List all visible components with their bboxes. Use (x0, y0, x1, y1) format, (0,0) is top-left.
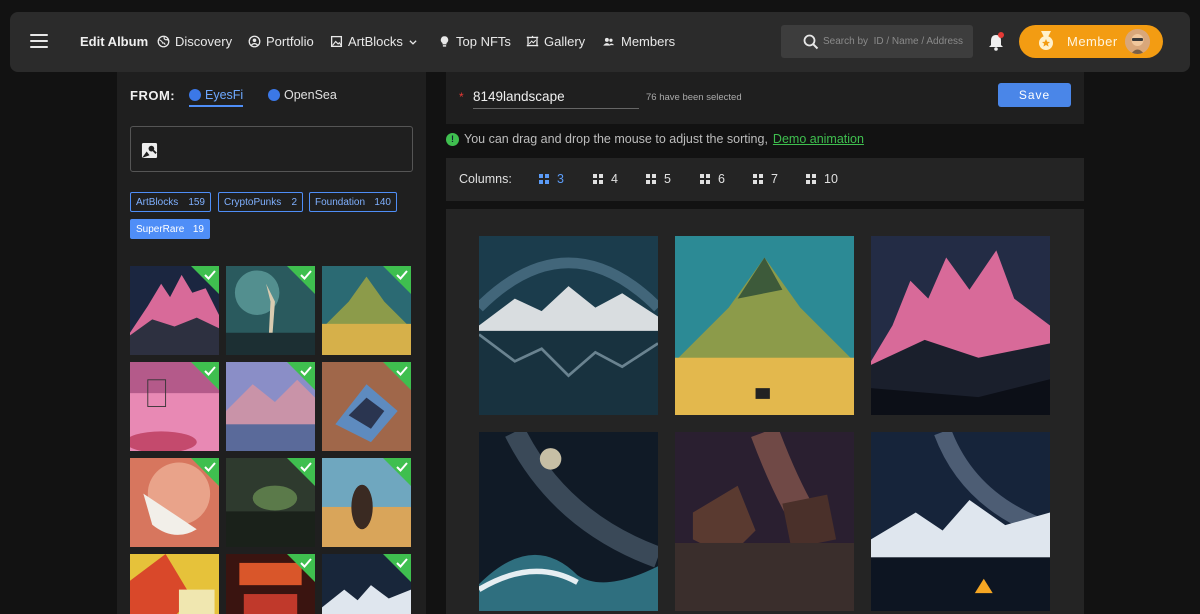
search-input[interactable] (823, 33, 963, 50)
avatar-face-icon (1125, 29, 1150, 54)
nav-members[interactable]: Members (601, 34, 675, 49)
thumbnail[interactable] (130, 554, 219, 614)
users-icon (603, 37, 615, 46)
chip-artblocks[interactable]: ArtBlocks 159 (130, 192, 211, 212)
image-icon (330, 35, 343, 48)
nav-top-nfts[interactable]: Top NFTs (438, 34, 511, 49)
frame-icon (526, 35, 539, 47)
gallery-item[interactable] (479, 236, 658, 415)
source-panel: FROM: EyesFi OpenSea ArtBlocks 159 Crypto… (117, 72, 426, 614)
thumbnail[interactable] (322, 266, 411, 355)
eyesfi-icon (189, 89, 201, 101)
nav-discovery[interactable]: Discovery (157, 34, 232, 49)
demo-animation-link[interactable]: Demo animation (773, 132, 864, 146)
check-icon (300, 366, 312, 376)
gallery-item[interactable] (479, 432, 658, 611)
grid-icon (753, 174, 763, 184)
columns-option-5[interactable]: 5 (646, 172, 671, 186)
image-search-icon (141, 142, 158, 159)
globe-icon (157, 35, 170, 48)
tab-opensea[interactable]: OpenSea (268, 88, 337, 102)
album-name-input[interactable] (473, 85, 639, 109)
thumbnail[interactable] (130, 266, 219, 355)
notification-button[interactable] (986, 32, 1006, 52)
sorting-hint: ! You can drag and drop the mouse to adj… (446, 132, 864, 146)
columns-option-6[interactable]: 6 (700, 172, 725, 186)
columns-bar: Columns: 3 4 5 6 7 10 (446, 158, 1084, 201)
columns-option-10[interactable]: 10 (806, 172, 838, 186)
gallery-item[interactable] (675, 432, 854, 611)
thumbnail[interactable] (226, 554, 315, 614)
check-icon (204, 366, 216, 376)
bulb-icon (440, 36, 449, 47)
from-label: FROM: (130, 88, 176, 103)
gallery-item[interactable] (871, 236, 1050, 415)
columns-option-3[interactable]: 3 (539, 172, 564, 186)
search-icon (803, 34, 819, 50)
nav-gallery[interactable]: Gallery (526, 34, 585, 49)
gallery-item[interactable] (675, 236, 854, 415)
selected-count: 76 have been selected (646, 92, 742, 103)
thumbnail[interactable] (322, 362, 411, 451)
save-button[interactable]: Save (998, 83, 1071, 107)
chip-superrare[interactable]: SuperRare 19 (130, 219, 210, 239)
grid-icon (593, 174, 603, 184)
grid-icon (646, 174, 656, 184)
page-title: Edit Album (80, 34, 149, 49)
menu-icon[interactable] (30, 34, 48, 48)
gallery-item[interactable] (871, 432, 1050, 611)
thumbnail[interactable] (130, 458, 219, 547)
check-icon (396, 558, 408, 568)
album-gallery (446, 209, 1084, 614)
search-box (781, 25, 973, 58)
check-icon (300, 270, 312, 280)
check-icon (300, 462, 312, 472)
notification-dot (998, 32, 1004, 38)
thumbnail[interactable] (322, 554, 411, 614)
thumbnail[interactable] (226, 266, 315, 355)
grid-icon (700, 174, 710, 184)
check-icon (204, 270, 216, 280)
member-button[interactable]: Member (1019, 25, 1163, 58)
chip-cryptopunks[interactable]: CryptoPunks 2 (218, 192, 303, 212)
avatar[interactable] (1125, 29, 1150, 54)
album-name-bar: * 76 have been selected Save (446, 72, 1084, 124)
chevron-down-icon (409, 39, 417, 45)
thumbnail[interactable] (322, 458, 411, 547)
thumbnail[interactable] (226, 362, 315, 451)
grid-icon (539, 174, 549, 184)
check-icon (396, 462, 408, 472)
opensea-icon (268, 89, 280, 101)
check-icon (396, 270, 408, 280)
image-search-box[interactable] (130, 126, 413, 172)
required-marker: * (459, 90, 464, 104)
check-icon (396, 366, 408, 376)
thumbnail[interactable] (130, 362, 219, 451)
chip-foundation[interactable]: Foundation 140 (309, 192, 397, 212)
thumbnail[interactable] (226, 458, 315, 547)
check-icon (300, 558, 312, 568)
medal-icon (1039, 31, 1053, 50)
top-navigation-bar: Edit Album Discovery Portfolio ArtBlocks… (10, 12, 1190, 72)
nav-artblocks[interactable]: ArtBlocks (330, 34, 418, 49)
columns-option-4[interactable]: 4 (593, 172, 618, 186)
user-circle-icon (248, 35, 261, 48)
columns-label: Columns: (459, 172, 512, 186)
check-icon (204, 462, 216, 472)
tab-eyesfi[interactable]: EyesFi (189, 88, 244, 107)
member-label: Member (1067, 34, 1118, 49)
nav-portfolio[interactable]: Portfolio (248, 34, 314, 49)
columns-option-7[interactable]: 7 (753, 172, 778, 186)
grid-icon (806, 174, 816, 184)
info-icon: ! (446, 132, 459, 146)
